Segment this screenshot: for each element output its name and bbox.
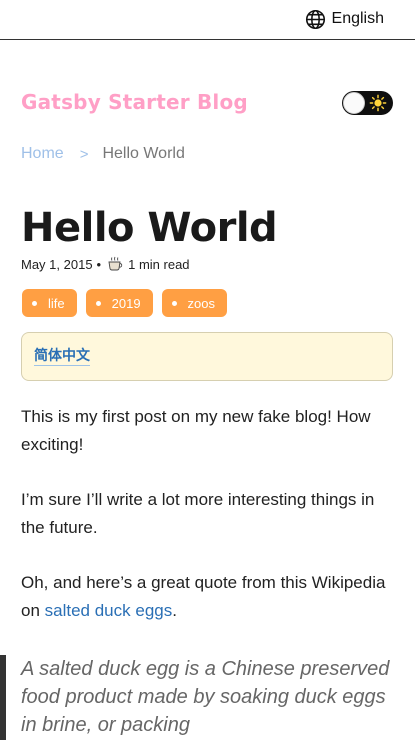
post-meta: May 1, 2015 • 1 min read — [21, 256, 190, 272]
tag-life[interactable]: life — [22, 289, 77, 317]
quote-intro-end: . — [172, 601, 177, 620]
translation-box: 简体中文 — [21, 332, 393, 381]
breadcrumb-current: Hello World — [102, 145, 185, 162]
tag-label: zoos — [187, 295, 216, 311]
post-title: Hello World — [21, 205, 278, 251]
post-body: This is my first post on my new fake blo… — [21, 403, 401, 652]
read-time: 1 min read — [128, 256, 190, 272]
paragraph-with-link: Oh, and here’s a great quote from this W… — [21, 569, 401, 625]
salted-duck-eggs-link[interactable]: salted duck eggs — [45, 601, 173, 620]
site-brand-link[interactable]: Gatsby Starter Blog — [21, 90, 248, 114]
sun-icon — [369, 94, 387, 112]
language-label: English — [331, 10, 384, 27]
tag-list: life 2019 zoos — [22, 289, 236, 317]
coffee-cup-icon — [108, 256, 123, 271]
tag-bullet — [32, 300, 37, 306]
blockquote: A salted duck egg is a Chinese preserved… — [0, 655, 415, 740]
tag-label: 2019 — [111, 295, 141, 311]
language-switcher[interactable]: English — [305, 8, 384, 30]
breadcrumb: Home > Hello World — [21, 145, 185, 163]
globe-icon — [305, 9, 325, 29]
tag-bullet — [171, 300, 177, 306]
breadcrumb-home-link[interactable]: Home — [21, 145, 64, 163]
top-bar: English — [0, 0, 415, 40]
toggle-knob — [343, 92, 365, 114]
tag-2019[interactable]: 2019 — [85, 289, 153, 317]
paragraph: I’m sure I’ll write a lot more interesti… — [21, 490, 375, 537]
tag-bullet — [95, 300, 101, 306]
blockquote-text: A salted duck egg is a Chinese preserved… — [21, 658, 390, 736]
tag-zoos[interactable]: zoos — [161, 289, 228, 317]
post-date: May 1, 2015 — [21, 256, 93, 272]
translation-link[interactable]: 简体中文 — [34, 347, 90, 366]
theme-toggle[interactable] — [342, 91, 393, 115]
meta-separator: • — [96, 256, 102, 272]
tag-label: life — [48, 295, 65, 311]
paragraph: This is my first post on my new fake blo… — [21, 407, 371, 454]
breadcrumb-separator: > — [79, 145, 89, 163]
